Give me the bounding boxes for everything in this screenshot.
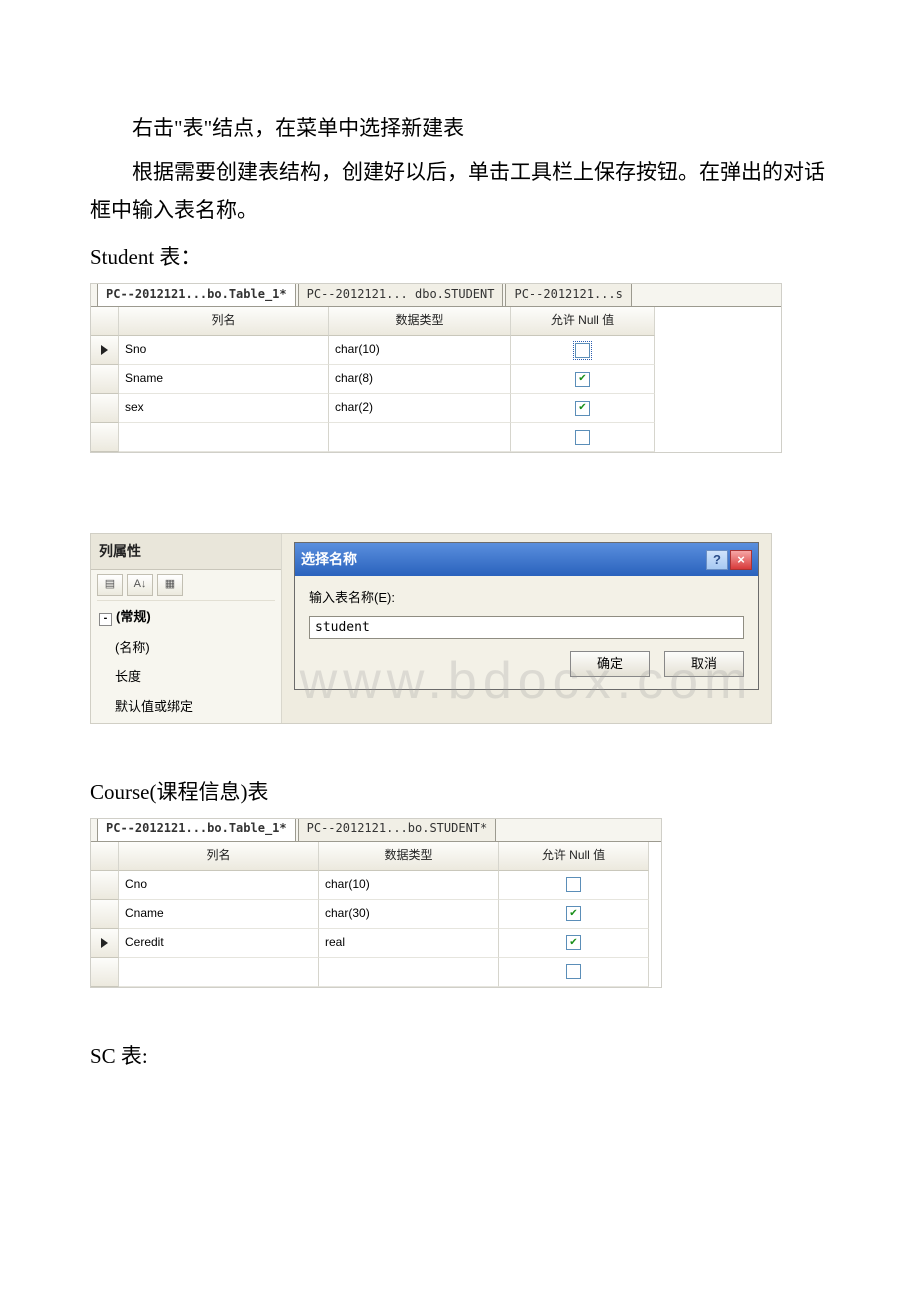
column-header[interactable]: 允许 Null 值 xyxy=(511,307,655,336)
allow-null-checkbox[interactable] xyxy=(575,430,590,445)
row-header[interactable] xyxy=(91,423,119,452)
row-header[interactable] xyxy=(91,365,119,394)
column-name-cell[interactable]: Sname xyxy=(119,365,329,394)
paragraph: 右击"表"结点，在菜单中选择新建表 xyxy=(90,110,830,148)
data-type-cell[interactable]: real xyxy=(319,929,499,958)
tab[interactable]: PC--2012121...bo.Table_1* xyxy=(97,819,296,842)
allow-null-checkbox[interactable] xyxy=(575,372,590,387)
allow-null-checkbox[interactable] xyxy=(566,935,581,950)
column-header[interactable]: 列名 xyxy=(119,842,319,871)
data-type-cell[interactable]: char(10) xyxy=(319,871,499,900)
section-heading: Course(课程信息)表 xyxy=(90,774,830,812)
tab-strip: PC--2012121...bo.Table_1* PC--2012121...… xyxy=(91,284,781,307)
allow-null-checkbox[interactable] xyxy=(566,906,581,921)
column-name-cell[interactable]: Cno xyxy=(119,871,319,900)
data-type-cell[interactable]: char(8) xyxy=(329,365,511,394)
tab[interactable]: PC--2012121...bo.Table_1* xyxy=(97,284,296,307)
data-type-cell[interactable] xyxy=(329,423,511,452)
allow-null-cell[interactable] xyxy=(511,336,655,365)
tree-item[interactable]: 默认值或绑定 xyxy=(97,692,275,721)
tab-strip: PC--2012121...bo.Table_1* PC--2012121...… xyxy=(91,819,661,842)
data-type-cell[interactable]: char(10) xyxy=(329,336,511,365)
collapse-icon[interactable]: - xyxy=(99,613,112,626)
column-name-cell[interactable] xyxy=(119,958,319,987)
allow-null-cell[interactable] xyxy=(499,929,649,958)
tree-group[interactable]: -(常规) xyxy=(97,600,275,632)
row-indicator-icon xyxy=(101,938,108,948)
tab[interactable]: PC--2012121...bo.STUDENT* xyxy=(298,819,497,842)
row-header[interactable] xyxy=(91,394,119,423)
row-header[interactable] xyxy=(91,929,119,958)
column-header[interactable]: 数据类型 xyxy=(329,307,511,336)
data-type-cell[interactable]: char(30) xyxy=(319,900,499,929)
column-name-cell[interactable]: Ceredit xyxy=(119,929,319,958)
column-header[interactable]: 列名 xyxy=(119,307,329,336)
ok-button[interactable]: 确定 xyxy=(570,651,650,677)
close-icon[interactable]: × xyxy=(730,550,752,570)
column-header[interactable]: 数据类型 xyxy=(319,842,499,871)
pane-title: 列属性 xyxy=(91,534,281,570)
allow-null-checkbox[interactable] xyxy=(575,343,590,358)
row-header-corner xyxy=(91,842,119,871)
data-type-cell[interactable] xyxy=(319,958,499,987)
row-header[interactable] xyxy=(91,958,119,987)
cancel-button[interactable]: 取消 xyxy=(664,651,744,677)
row-indicator-icon xyxy=(101,345,108,355)
course-table-designer: PC--2012121...bo.Table_1* PC--2012121...… xyxy=(90,818,662,988)
column-name-cell[interactable]: sex xyxy=(119,394,329,423)
student-table-designer: PC--2012121...bo.Table_1* PC--2012121...… xyxy=(90,283,782,453)
tab[interactable]: PC--2012121...s xyxy=(505,284,631,307)
save-name-figure: 列属性 ▤ A↓ ▦ -(常规) (名称) 长度 默认值或绑定 xyxy=(90,533,772,724)
column-name-cell[interactable] xyxy=(119,423,329,452)
allow-null-cell[interactable] xyxy=(499,871,649,900)
paragraph: 根据需要创建表结构，创建好以后，单击工具栏上保存按钮。在弹出的对话框中输入表名称… xyxy=(90,154,830,230)
column-properties-pane: 列属性 ▤ A↓ ▦ -(常规) (名称) 长度 默认值或绑定 xyxy=(91,534,282,723)
column-name-cell[interactable]: Sno xyxy=(119,336,329,365)
data-type-cell[interactable]: char(2) xyxy=(329,394,511,423)
tree-item[interactable]: 长度 xyxy=(97,662,275,691)
column-name-cell[interactable]: Cname xyxy=(119,900,319,929)
allow-null-checkbox[interactable] xyxy=(566,964,581,979)
tab[interactable]: PC--2012121... dbo.STUDENT xyxy=(298,284,504,307)
allow-null-checkbox[interactable] xyxy=(566,877,581,892)
dialog-title: 选择名称 xyxy=(301,547,357,572)
allow-null-cell[interactable] xyxy=(511,365,655,394)
allow-null-checkbox[interactable] xyxy=(575,401,590,416)
column-header[interactable]: 允许 Null 值 xyxy=(499,842,649,871)
allow-null-cell[interactable] xyxy=(511,423,655,452)
section-heading: SC 表: xyxy=(90,1038,830,1076)
properties-icon[interactable]: ▦ xyxy=(157,574,183,596)
allow-null-cell[interactable] xyxy=(511,394,655,423)
sort-az-icon[interactable]: A↓ xyxy=(127,574,153,596)
table-name-input[interactable] xyxy=(309,616,744,639)
section-heading: Student 表： xyxy=(90,239,830,277)
save-name-dialog: 选择名称 ? × 输入表名称(E): 确定 取消 xyxy=(294,542,759,690)
tree-item[interactable]: (名称) xyxy=(97,633,275,662)
help-icon[interactable]: ? xyxy=(706,550,728,570)
row-header[interactable] xyxy=(91,871,119,900)
allow-null-cell[interactable] xyxy=(499,900,649,929)
dialog-label: 输入表名称(E): xyxy=(309,586,744,609)
row-header[interactable] xyxy=(91,336,119,365)
allow-null-cell[interactable] xyxy=(499,958,649,987)
row-header[interactable] xyxy=(91,900,119,929)
row-header-corner xyxy=(91,307,119,336)
categorized-icon[interactable]: ▤ xyxy=(97,574,123,596)
